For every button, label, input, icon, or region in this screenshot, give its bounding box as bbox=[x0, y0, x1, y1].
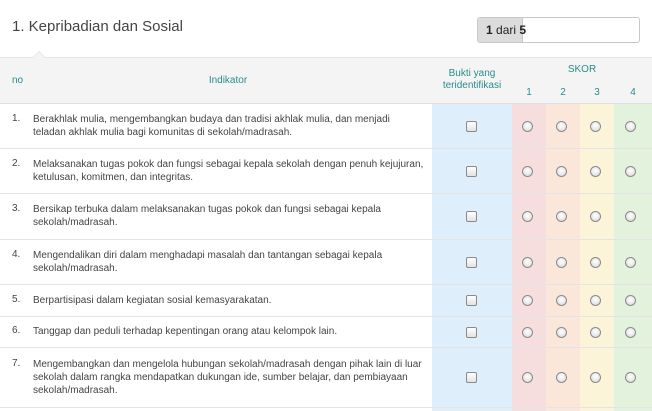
column-header-skor-4: 4 bbox=[630, 87, 636, 98]
skor-2-radio[interactable] bbox=[556, 372, 567, 383]
skor-2-radio[interactable] bbox=[556, 257, 567, 268]
row-number: 5. bbox=[12, 294, 21, 305]
skor-3-radio[interactable] bbox=[590, 257, 601, 268]
skor-3-radio[interactable] bbox=[590, 327, 601, 338]
bukti-checkbox[interactable] bbox=[466, 257, 477, 268]
skor-4-radio[interactable] bbox=[625, 121, 636, 132]
skor-1-radio[interactable] bbox=[522, 295, 533, 306]
page-title: 1. Kepribadian dan Sosial bbox=[12, 18, 183, 35]
table-row: 1. Berakhlak mulia, mengembangkan budaya … bbox=[0, 104, 652, 149]
bukti-checkbox[interactable] bbox=[466, 327, 477, 338]
skor-4-radio[interactable] bbox=[625, 211, 636, 222]
column-header-skor-3: 3 bbox=[594, 87, 600, 98]
skor-2-radio[interactable] bbox=[556, 327, 567, 338]
table-row: 2. Melaksanakan tugas pokok dan fungsi se… bbox=[0, 149, 652, 194]
skor-1-radio[interactable] bbox=[522, 372, 533, 383]
skor-3-radio[interactable] bbox=[590, 166, 601, 177]
column-header-skor-1: 1 bbox=[526, 87, 532, 98]
column-header-bukti-line1: Bukti yang bbox=[448, 68, 496, 79]
skor-1-radio[interactable] bbox=[522, 211, 533, 222]
skor-4-radio[interactable] bbox=[625, 257, 636, 268]
row-number: 1. bbox=[12, 113, 21, 124]
bukti-checkbox[interactable] bbox=[466, 211, 477, 222]
skor-2-radio[interactable] bbox=[556, 211, 567, 222]
skor-2-radio[interactable] bbox=[556, 166, 567, 177]
table-row: 5. Berpartisipasi dalam kegiatan sosial k… bbox=[0, 285, 652, 317]
skor-3-radio[interactable] bbox=[590, 121, 601, 132]
table-row: 4. Mengendalikan diri dalam menghadapi ma… bbox=[0, 240, 652, 285]
skor-1-radio[interactable] bbox=[522, 121, 533, 132]
page-separator: dari bbox=[496, 23, 517, 37]
row-number: 7. bbox=[12, 358, 21, 369]
indicator-text: Mengembangkan dan mengelola hubungan sek… bbox=[33, 359, 422, 396]
skor-3-radio[interactable] bbox=[590, 372, 601, 383]
bukti-checkbox[interactable] bbox=[466, 166, 477, 177]
page-indicator-text: 1 dari 5 bbox=[486, 23, 526, 37]
bukti-checkbox[interactable] bbox=[466, 372, 477, 383]
row-number: 6. bbox=[12, 325, 21, 336]
row-number: 3. bbox=[12, 203, 21, 214]
current-page: 1 bbox=[486, 23, 493, 37]
bukti-checkbox[interactable] bbox=[466, 295, 477, 306]
indicator-text: Melaksanakan tugas pokok dan fungsi seba… bbox=[33, 159, 424, 183]
skor-3-radio[interactable] bbox=[590, 211, 601, 222]
indicator-text: Bersikap terbuka dalam melaksanakan tuga… bbox=[33, 204, 381, 228]
table-row: 7. Mengembangkan dan mengelola hubungan s… bbox=[0, 348, 652, 408]
skor-3-radio[interactable] bbox=[590, 295, 601, 306]
skor-4-radio[interactable] bbox=[625, 327, 636, 338]
bukti-checkbox[interactable] bbox=[466, 121, 477, 132]
section-header: 1. Kepribadian dan Sosial 1 dari 5 bbox=[0, 0, 652, 57]
indicator-text: Berakhlak mulia, mengembangkan budaya da… bbox=[33, 114, 390, 138]
row-number: 2. bbox=[12, 158, 21, 169]
column-header-skor-2: 2 bbox=[560, 87, 566, 98]
skor-2-radio[interactable] bbox=[556, 295, 567, 306]
skor-1-radio[interactable] bbox=[522, 327, 533, 338]
indicator-text: Tanggap dan peduli terhadap kepentingan … bbox=[33, 326, 338, 337]
skor-2-radio[interactable] bbox=[556, 121, 567, 132]
skor-4-radio[interactable] bbox=[625, 372, 636, 383]
column-header-no: no bbox=[12, 75, 24, 86]
skor-1-radio[interactable] bbox=[522, 257, 533, 268]
table-row: 6. Tanggap dan peduli terhadap kepentinga… bbox=[0, 317, 652, 348]
column-header-bukti-line2: teridentifikasi bbox=[442, 80, 502, 91]
page-indicator[interactable]: 1 dari 5 bbox=[477, 17, 640, 43]
indicator-text: Mengendalikan diri dalam menghadapi masa… bbox=[33, 250, 383, 274]
indicator-text: Berpartisipasi dalam kegiatan sosial kem… bbox=[33, 295, 272, 306]
row-number: 4. bbox=[12, 249, 21, 260]
skor-1-radio[interactable] bbox=[522, 166, 533, 177]
header-notch-inner bbox=[33, 52, 45, 58]
total-pages: 5 bbox=[519, 23, 527, 37]
column-header-bukti: Bukti yang teridentifikasi bbox=[432, 68, 512, 92]
table-row: 3. Bersikap terbuka dalam melaksanakan tu… bbox=[0, 194, 652, 240]
column-header-skor: SKOR bbox=[567, 64, 597, 75]
column-header-indikator: Indikator bbox=[208, 75, 248, 86]
skor-4-radio[interactable] bbox=[625, 166, 636, 177]
skor-4-radio[interactable] bbox=[625, 295, 636, 306]
